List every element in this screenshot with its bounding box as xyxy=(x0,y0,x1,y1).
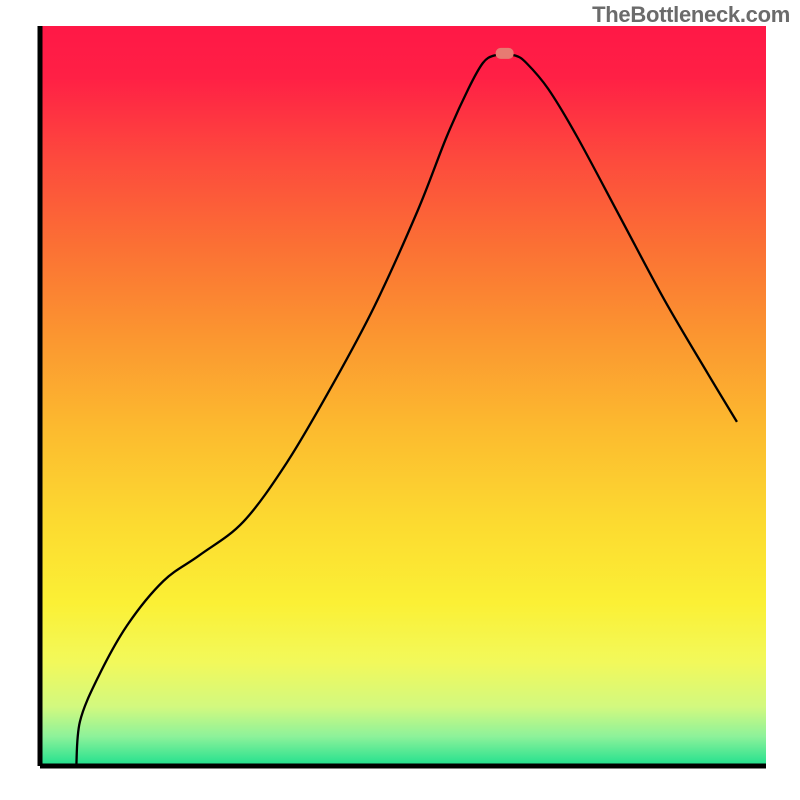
chart-wrap: TheBottleneck.com xyxy=(0,0,800,800)
watermark-text: TheBottleneck.com xyxy=(592,2,790,28)
optimal-marker xyxy=(496,48,514,59)
plot-background xyxy=(40,26,766,766)
bottleneck-chart xyxy=(0,0,800,800)
